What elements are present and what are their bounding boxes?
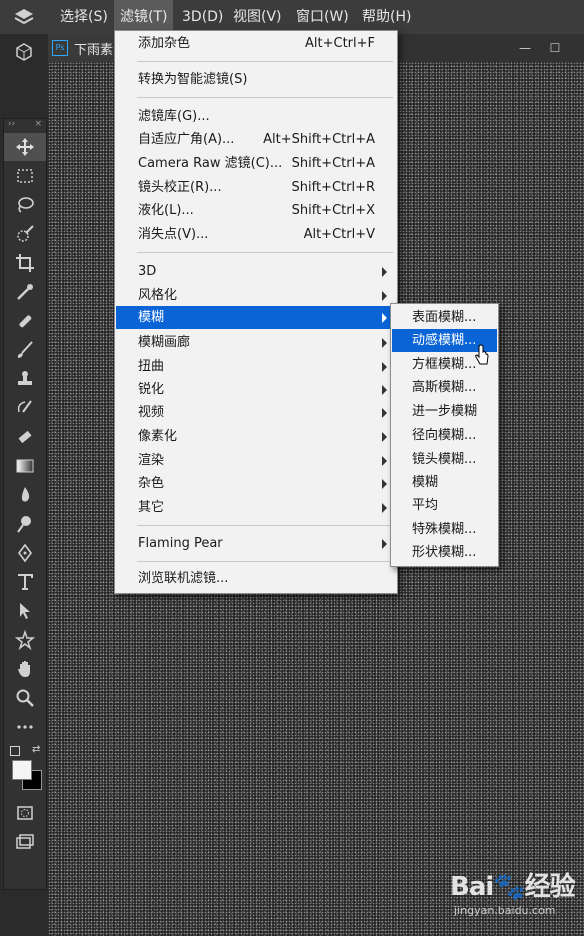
submenu-arrow-icon	[382, 408, 387, 418]
menu-3d[interactable]: 3D(D)	[176, 0, 229, 34]
submenu-arrow-icon	[382, 291, 387, 301]
brush-tool-icon[interactable]	[4, 336, 46, 364]
menu-item-noise[interactable]: 杂色	[116, 472, 396, 495]
crop-tool-icon[interactable]	[4, 249, 46, 277]
hand-tool-icon[interactable]	[4, 655, 46, 683]
cube-icon[interactable]	[6, 40, 42, 64]
stamp-tool-icon[interactable]	[4, 365, 46, 393]
submenu-arrow-icon	[382, 267, 387, 277]
submenu-item-blur[interactable]: 模糊	[392, 471, 497, 494]
menu-divider	[137, 61, 393, 62]
menu-item-pixelate[interactable]: 像素化	[116, 425, 396, 448]
menu-item-flaming-pear[interactable]: Flaming Pear	[116, 532, 396, 555]
history-brush-icon[interactable]	[4, 394, 46, 422]
menu-divider	[137, 561, 393, 562]
screen-mode-icon[interactable]	[4, 828, 46, 856]
menu-item-stylize[interactable]: 风格化	[116, 284, 396, 307]
menu-divider	[137, 525, 393, 526]
menu-item-filter-gallery[interactable]: 滤镜库(G)...	[116, 105, 396, 128]
submenu-arrow-icon	[382, 313, 387, 323]
submenu-item-lens-blur[interactable]: 镜头模糊...	[392, 448, 497, 471]
type-tool-icon[interactable]	[4, 568, 46, 596]
quick-select-icon[interactable]	[4, 220, 46, 248]
baidu-watermark: Bai🐾经验 jingyan.baidu.com	[450, 866, 580, 926]
baidu-logo: Bai🐾经验	[450, 872, 576, 902]
layers-icon[interactable]	[14, 8, 34, 26]
document-tab-label: 下雨素	[74, 42, 114, 58]
menu-help[interactable]: 帮助(H)	[356, 0, 417, 34]
left-panel: ›› × ⇄	[0, 34, 48, 936]
menu-view[interactable]: 视图(V)	[227, 0, 288, 34]
menu-item-liquify[interactable]: 液化(L)... Shift+Ctrl+X	[116, 199, 396, 222]
ps-file-icon: Ps	[52, 40, 68, 56]
menu-filter[interactable]: 滤镜(T)	[114, 0, 174, 34]
lasso-tool-icon[interactable]	[4, 191, 46, 219]
submenu-arrow-icon	[382, 385, 387, 395]
marquee-tool-icon[interactable]	[4, 162, 46, 190]
blur-tool-icon[interactable]	[4, 481, 46, 509]
submenu-arrow-icon	[382, 362, 387, 372]
maximize-icon[interactable]: ☐	[544, 38, 566, 58]
submenu-item-shape-blur[interactable]: 形状模糊...	[392, 541, 497, 564]
menu-item-camera-raw[interactable]: Camera Raw 滤镜(C)... Shift+Ctrl+A	[116, 152, 396, 175]
menu-window[interactable]: 窗口(W)	[290, 0, 355, 34]
swap-colors-icon[interactable]: ⇄	[32, 744, 40, 755]
mouse-cursor-icon	[475, 344, 489, 365]
submenu-item-smart-blur[interactable]: 特殊模糊...	[392, 518, 497, 541]
more-tools-icon[interactable]	[4, 713, 46, 741]
submenu-arrow-icon	[382, 539, 387, 549]
document-tab[interactable]: Ps 下雨素	[48, 34, 118, 62]
menu-item-vanishing-point[interactable]: 消失点(V)... Alt+Ctrl+V	[116, 223, 396, 246]
dodge-tool-icon[interactable]	[4, 510, 46, 538]
close-icon[interactable]: ×	[34, 119, 42, 133]
foreground-color-swatch[interactable]	[12, 760, 32, 780]
menu-item-convert-smart-filter[interactable]: 转换为智能滤镜(S)	[116, 68, 396, 91]
shape-tool-icon[interactable]	[4, 626, 46, 654]
submenu-item-gaussian-blur[interactable]: 高斯模糊...	[392, 376, 497, 399]
color-swatches[interactable]: ⇄	[4, 742, 46, 798]
eyedropper-icon[interactable]	[4, 278, 46, 306]
toolbar: ›› × ⇄	[3, 118, 47, 890]
menu-select[interactable]: 选择(S)	[54, 0, 114, 34]
blur-submenu: 表面模糊... 动感模糊... 方框模糊... 高斯模糊... 进一步模糊 径向…	[390, 303, 499, 567]
gradient-tool-icon[interactable]	[4, 452, 46, 480]
panel-icons	[6, 40, 42, 68]
submenu-item-average[interactable]: 平均	[392, 494, 497, 517]
menu-item-adaptive-wide-angle[interactable]: 自适应广角(A)... Alt+Shift+Ctrl+A	[116, 128, 396, 151]
menu-item-distort[interactable]: 扭曲	[116, 355, 396, 378]
minimize-icon[interactable]: —	[514, 38, 536, 58]
menu-item-sharpen[interactable]: 锐化	[116, 378, 396, 401]
menu-divider	[137, 97, 393, 98]
pen-tool-icon[interactable]	[4, 539, 46, 567]
toolbar-header: ›› ×	[4, 119, 46, 133]
menu-item-blur[interactable]: 模糊	[116, 306, 396, 329]
menu-item-3d[interactable]: 3D	[116, 260, 396, 283]
move-tool-icon[interactable]	[4, 133, 46, 161]
quick-mask-icon[interactable]	[4, 799, 46, 827]
menu-item-render[interactable]: 渲染	[116, 449, 396, 472]
menu-divider	[137, 252, 393, 253]
submenu-item-surface-blur[interactable]: 表面模糊...	[392, 306, 497, 329]
menu-item-video[interactable]: 视频	[116, 401, 396, 424]
menu-item-blur-gallery[interactable]: 模糊画廊	[116, 331, 396, 354]
watermark-url: jingyan.baidu.com	[454, 904, 556, 917]
healing-brush-icon[interactable]	[4, 307, 46, 335]
path-select-icon[interactable]	[4, 597, 46, 625]
menu-item-add-noise[interactable]: 添加杂色 Alt+Ctrl+F	[116, 32, 396, 55]
submenu-arrow-icon	[382, 456, 387, 466]
submenu-item-blur-more[interactable]: 进一步模糊	[392, 400, 497, 423]
menu-item-browse-online-filters[interactable]: 浏览联机滤镜...	[116, 567, 396, 590]
submenu-arrow-icon	[382, 479, 387, 489]
menu-item-other[interactable]: 其它	[116, 496, 396, 519]
submenu-arrow-icon	[382, 503, 387, 513]
eraser-tool-icon[interactable]	[4, 423, 46, 451]
filter-menu: 添加杂色 Alt+Ctrl+F 转换为智能滤镜(S) 滤镜库(G)... 自适应广…	[114, 30, 398, 594]
menu-item-lens-correction[interactable]: 镜头校正(R)... Shift+Ctrl+R	[116, 176, 396, 199]
collapse-icon[interactable]: ››	[8, 119, 15, 133]
submenu-arrow-icon	[382, 432, 387, 442]
submenu-item-radial-blur[interactable]: 径向模糊...	[392, 424, 497, 447]
zoom-tool-icon[interactable]	[4, 684, 46, 712]
submenu-arrow-icon	[382, 338, 387, 348]
default-colors-icon[interactable]	[10, 746, 20, 756]
